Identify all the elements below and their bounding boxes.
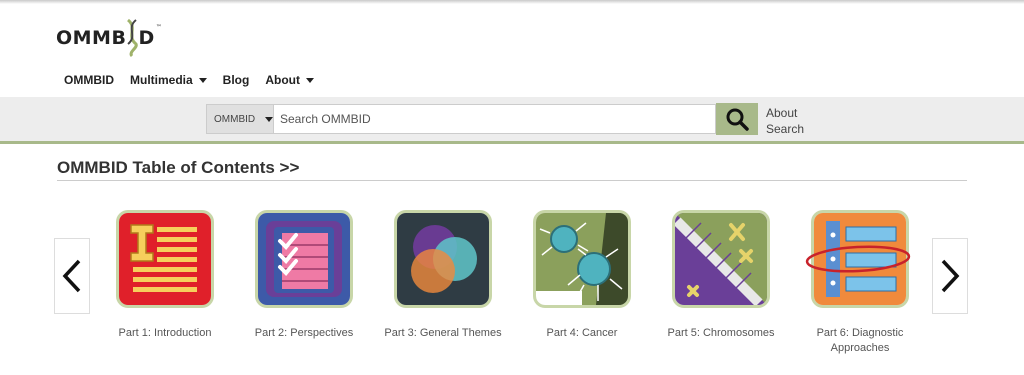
search-scope-dropdown[interactable]: OMMBID xyxy=(206,104,274,134)
part-label: Part 6: Diagnostic Approaches xyxy=(816,327,904,354)
part-label: Part 4: Cancer xyxy=(546,327,618,339)
logo-text-right: D xyxy=(138,27,155,49)
venn-diagram-icon xyxy=(394,210,492,308)
part-label: Part 2: Perspectives xyxy=(254,327,354,339)
part-card-6[interactable]: Part 6: Diagnostic Approaches xyxy=(795,210,925,356)
cancer-cell-icon xyxy=(533,210,631,308)
about-search-line1: About xyxy=(766,106,798,120)
part-card-4[interactable]: Part 4: Cancer xyxy=(517,210,647,341)
search-icon xyxy=(726,108,749,131)
chromosome-icon xyxy=(672,210,770,308)
search-input[interactable] xyxy=(274,104,716,134)
carousel-next-button[interactable] xyxy=(932,238,968,314)
part-label: Part 3: General Themes xyxy=(384,327,502,339)
nav-item-label: About xyxy=(265,73,300,87)
top-shadow xyxy=(0,0,1024,4)
part-label: Part 5: Chromosomes xyxy=(667,327,775,339)
annotation-circle xyxy=(805,245,911,273)
part-card-3[interactable]: Part 3: General Themes xyxy=(378,210,508,341)
nav-item-blog[interactable]: Blog xyxy=(223,73,250,87)
nav-item-ommbid[interactable]: OMMBID xyxy=(64,73,114,87)
part-card-2[interactable]: Part 2: Perspectives xyxy=(239,210,369,341)
caret-down-icon xyxy=(198,77,207,83)
nav-item-multimedia[interactable]: Multimedia xyxy=(130,73,207,87)
logo-trademark: ™ xyxy=(155,24,163,31)
main-nav: OMMBID Multimedia Blog About xyxy=(64,73,314,87)
ommbid-logo[interactable]: OMMB D ™ xyxy=(56,18,162,58)
introduction-icon xyxy=(116,210,214,308)
nav-item-about[interactable]: About xyxy=(265,73,314,87)
nav-item-label: Blog xyxy=(222,73,250,87)
search-bar: OMMBID About Search xyxy=(0,97,1024,144)
caret-down-icon xyxy=(306,77,314,83)
toc-title[interactable]: OMMBID Table of Contents >> xyxy=(57,158,299,178)
carousel-prev-button[interactable] xyxy=(54,238,90,314)
nav-item-label: Multimedia xyxy=(130,73,193,87)
chevron-left-icon xyxy=(62,259,81,293)
part-card-1[interactable]: Part 1: Introduction xyxy=(100,210,230,341)
search-scope-label: OMMBID xyxy=(214,113,256,125)
checklist-icon xyxy=(255,210,353,308)
dna-helix-icon xyxy=(127,18,139,58)
part-label: Part 1: Introduction xyxy=(118,327,212,339)
search-button[interactable] xyxy=(716,103,758,135)
part-card-5[interactable]: Part 5: Chromosomes xyxy=(656,210,786,341)
about-search-link[interactable]: About Search xyxy=(766,105,804,137)
nav-item-label: OMMBID xyxy=(64,73,114,87)
chevron-right-icon xyxy=(941,259,960,293)
logo-text-left: OMMB xyxy=(56,27,127,49)
divider xyxy=(57,180,967,181)
caret-down-icon xyxy=(265,116,274,122)
about-search-line2: Search xyxy=(766,122,805,136)
